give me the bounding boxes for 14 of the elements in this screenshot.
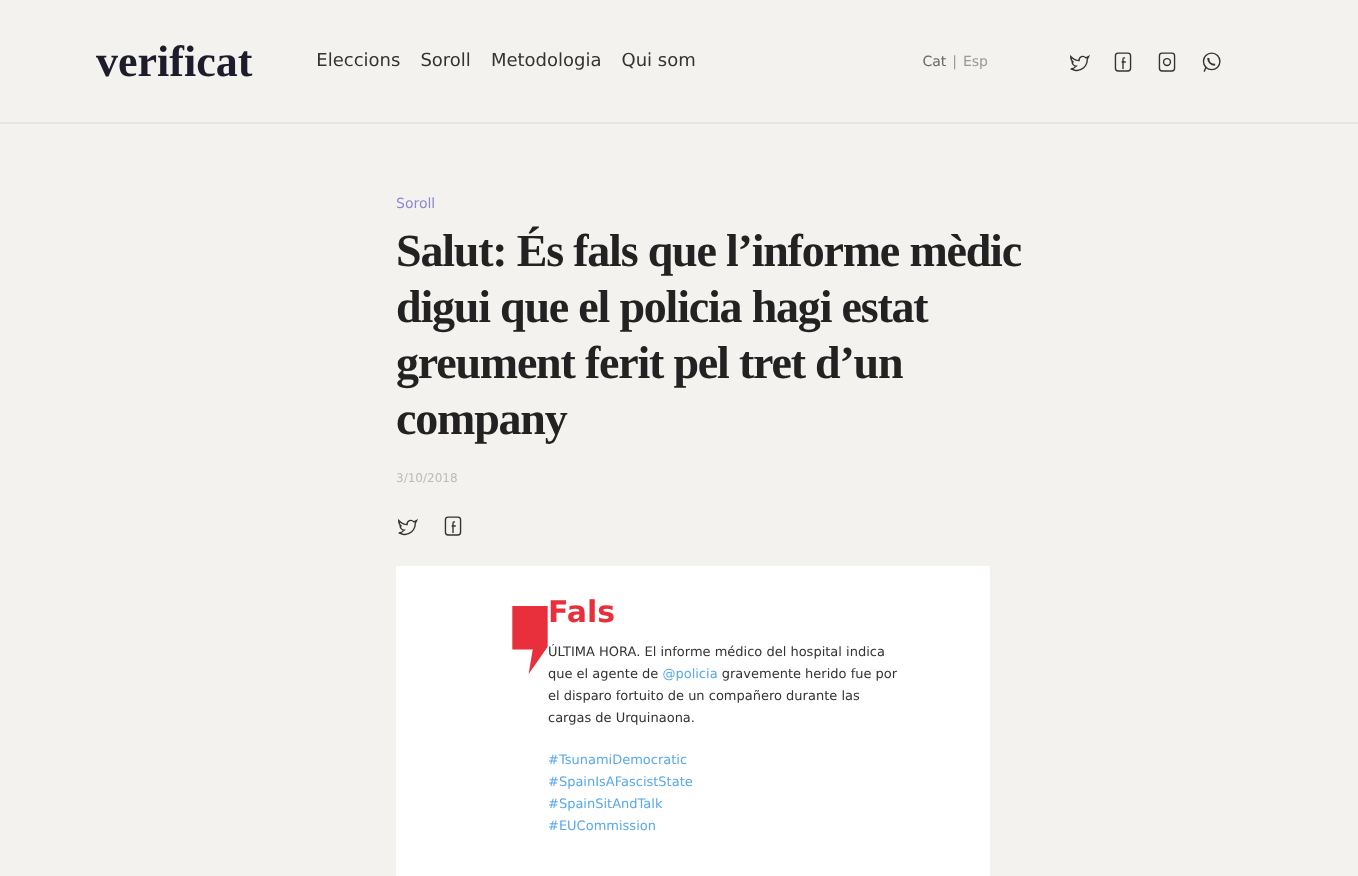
article-title: Salut: És fals que l’informe mèdic digui que el policia hagi estat greument ferit pel tret d’un company: [396, 224, 1023, 448]
site-logo[interactable]: verificat: [96, 35, 253, 87]
twitter-icon[interactable]: [396, 514, 418, 538]
nav-link[interactable]: Soroll: [420, 51, 471, 71]
instagram-icon[interactable]: [1156, 49, 1178, 73]
facebook-icon[interactable]: [1112, 49, 1134, 73]
verdict-label: Fals: [548, 594, 618, 630]
twitter-icon[interactable]: [1068, 49, 1090, 73]
facebook-icon[interactable]: [442, 514, 464, 538]
quote-mark-icon: [512, 606, 548, 674]
nav-link[interactable]: Qui som: [621, 51, 696, 71]
whatsapp-icon[interactable]: [1200, 49, 1222, 73]
nav-link[interactable]: Eleccions: [316, 51, 401, 71]
nav-link[interactable]: Metodologia: [490, 51, 602, 71]
